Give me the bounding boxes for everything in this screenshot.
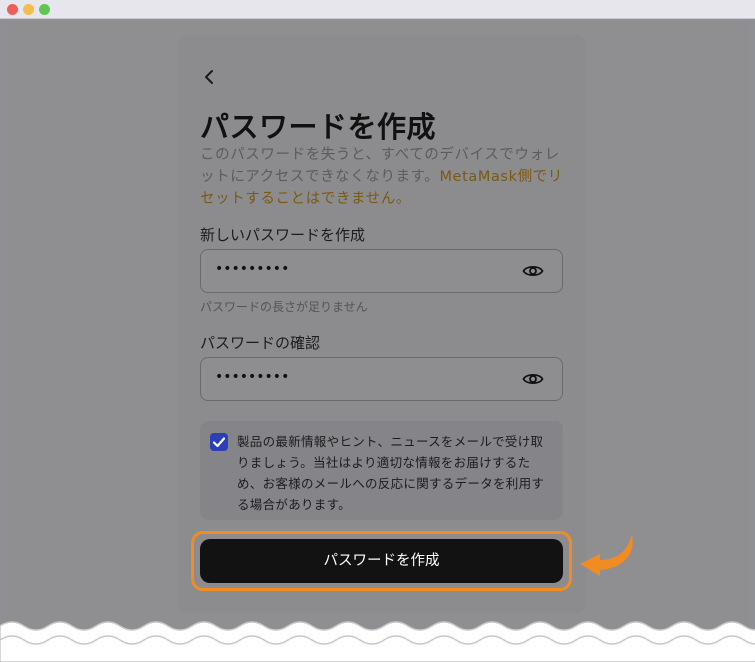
close-window-button[interactable] xyxy=(7,4,18,15)
curved-arrow-icon xyxy=(580,534,633,576)
back-button[interactable] xyxy=(203,66,223,88)
confirm-password-field[interactable]: ••••••••• xyxy=(200,357,563,401)
new-password-value: ••••••••• xyxy=(215,261,290,277)
eye-icon[interactable] xyxy=(522,263,544,279)
eye-icon[interactable] xyxy=(522,371,544,387)
marketing-consent-text: 製品の最新情報やヒント、ニュースをメールで受け取りましょう。当社はより適切な情報… xyxy=(237,434,545,512)
page-title: パスワードを作成 xyxy=(200,110,437,144)
marketing-consent-box: 製品の最新情報やヒント、ニュースをメールで受け取りましょう。当社はより適切な情報… xyxy=(200,421,563,520)
confirm-password-label: パスワードの確認 xyxy=(200,334,321,352)
chevron-left-icon xyxy=(205,70,213,84)
create-password-button[interactable]: パスワードを作成 xyxy=(200,539,563,583)
new-password-field[interactable]: ••••••••• xyxy=(200,249,563,293)
zoom-window-button[interactable] xyxy=(39,4,50,15)
checkmark-icon xyxy=(212,437,226,448)
page-description: このパスワードを失うと、すべてのデバイスでウォレットにアクセスできなくなります。… xyxy=(200,144,565,210)
window-titlebar xyxy=(0,0,755,19)
minimize-window-button[interactable] xyxy=(23,4,34,15)
torn-edge-divider xyxy=(0,621,755,662)
confirm-password-value: ••••••••• xyxy=(215,369,290,385)
marketing-consent-checkbox[interactable] xyxy=(210,433,228,451)
app-window: パスワードを作成 このパスワードを失うと、すべてのデバイスでウォレットにアクセス… xyxy=(0,0,755,662)
password-length-hint: パスワードの長さが足りません xyxy=(200,300,368,314)
new-password-label: 新しいパスワードを作成 xyxy=(200,226,366,244)
